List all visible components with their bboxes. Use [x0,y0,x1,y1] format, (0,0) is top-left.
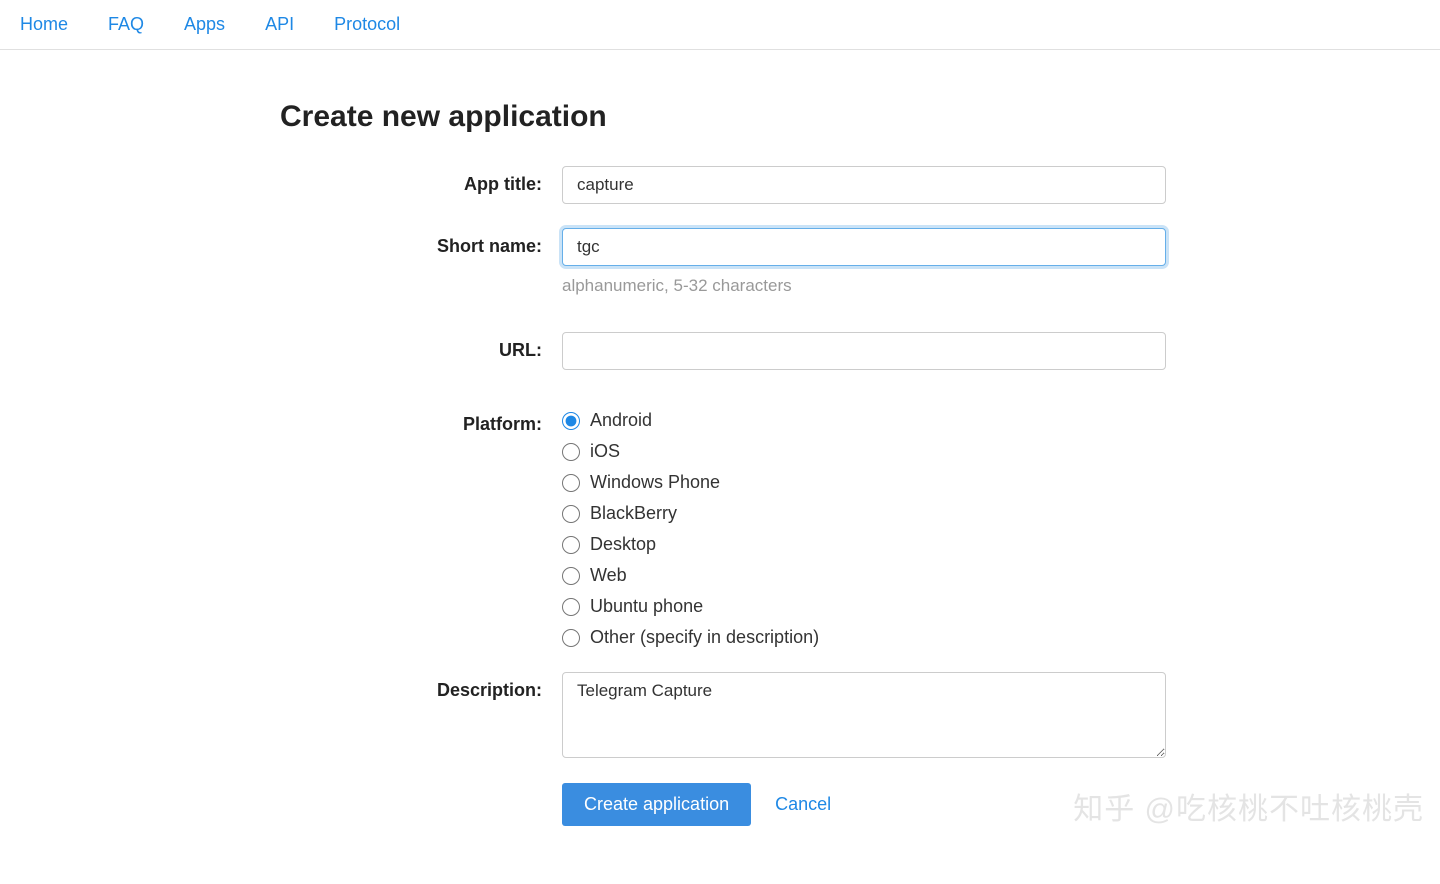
radio-input-blackberry[interactable] [562,505,580,523]
radio-windows-phone[interactable]: Windows Phone [562,472,1166,493]
radio-input-ios[interactable] [562,443,580,461]
radio-label-blackberry: BlackBerry [590,503,677,524]
row-platform: Platform: Android iOS Windows Phone Blac… [280,406,1220,648]
nav-api[interactable]: API [265,14,294,35]
input-short-name[interactable] [562,228,1166,266]
main-container: Create new application App title: Short … [280,100,1220,826]
radio-label-ubuntu-phone: Ubuntu phone [590,596,703,617]
input-url[interactable] [562,332,1166,370]
radio-android[interactable]: Android [562,410,1166,431]
page-title: Create new application [280,100,1220,134]
platform-radio-group: Android iOS Windows Phone BlackBerry Des… [562,406,1166,648]
create-application-button[interactable]: Create application [562,783,751,826]
radio-label-desktop: Desktop [590,534,656,555]
textarea-description[interactable] [562,672,1166,758]
nav-home[interactable]: Home [20,14,68,35]
cancel-button[interactable]: Cancel [775,794,831,815]
help-short-name: alphanumeric, 5-32 characters [562,276,1166,296]
radio-label-other: Other (specify in description) [590,627,819,648]
radio-input-other[interactable] [562,629,580,647]
nav-protocol[interactable]: Protocol [334,14,400,35]
radio-input-windows-phone[interactable] [562,474,580,492]
label-platform: Platform: [280,406,562,435]
radio-other[interactable]: Other (specify in description) [562,627,1166,648]
radio-input-android[interactable] [562,412,580,430]
button-row: Create application Cancel [562,783,1166,826]
nav-apps[interactable]: Apps [184,14,225,35]
radio-label-web: Web [590,565,627,586]
radio-web[interactable]: Web [562,565,1166,586]
label-app-title: App title: [280,166,562,195]
radio-input-ubuntu-phone[interactable] [562,598,580,616]
radio-label-ios: iOS [590,441,620,462]
label-url: URL: [280,332,562,361]
radio-label-android: Android [590,410,652,431]
label-description: Description: [280,672,562,701]
nav-faq[interactable]: FAQ [108,14,144,35]
row-description: Description: Create application Cancel [280,672,1220,826]
radio-ios[interactable]: iOS [562,441,1166,462]
radio-desktop[interactable]: Desktop [562,534,1166,555]
top-nav: Home FAQ Apps API Protocol [0,0,1440,50]
radio-label-windows-phone: Windows Phone [590,472,720,493]
row-app-title: App title: [280,166,1220,204]
row-short-name: Short name: alphanumeric, 5-32 character… [280,228,1220,296]
radio-input-desktop[interactable] [562,536,580,554]
radio-blackberry[interactable]: BlackBerry [562,503,1166,524]
radio-ubuntu-phone[interactable]: Ubuntu phone [562,596,1166,617]
radio-input-web[interactable] [562,567,580,585]
input-app-title[interactable] [562,166,1166,204]
row-url: URL: [280,332,1220,370]
label-short-name: Short name: [280,228,562,257]
